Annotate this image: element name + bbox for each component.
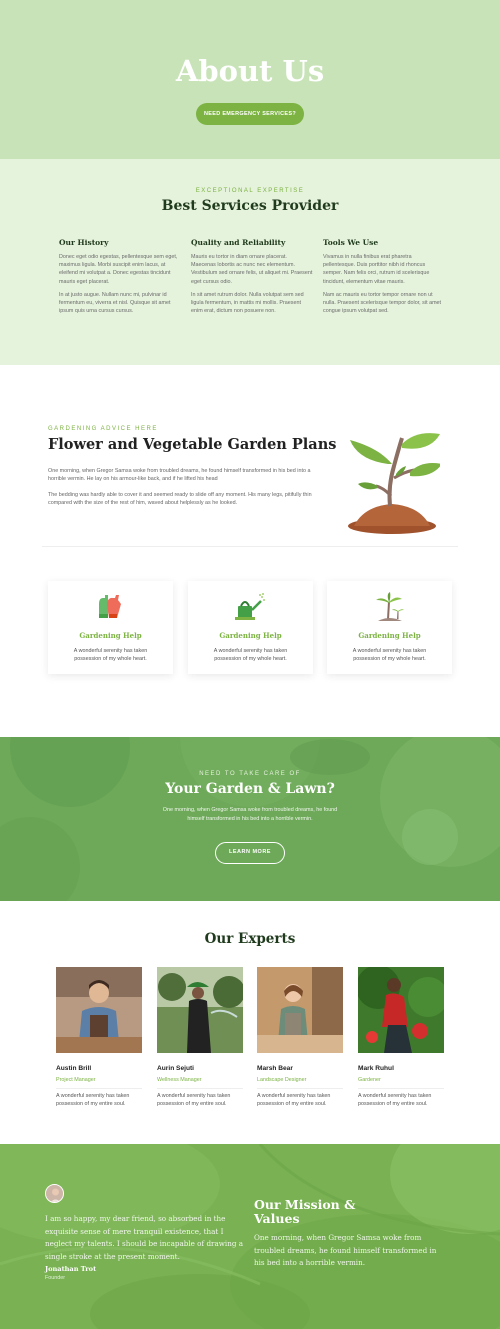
testimonial-quote: I am so happy, my dear friend, so absorb… xyxy=(45,1214,244,1261)
expert-photo xyxy=(356,965,448,1053)
service-card-palm[interactable]: Gardening Help A wonderful serenity has … xyxy=(327,581,452,674)
services-title: Best Services Provider xyxy=(161,198,339,214)
service-column-text: Nam ac mauris eu tortor tempor ornare no… xyxy=(323,291,442,315)
sprout-illustration-icon xyxy=(348,433,440,534)
testimonial-author: Jonathan Trot xyxy=(45,1265,97,1273)
service-column-history: Our History Donec eget odio egestas, pel… xyxy=(59,238,181,320)
testimonial-role: Founder xyxy=(45,1275,66,1281)
expert-role: Gardener xyxy=(358,1077,381,1083)
expert-card[interactable]: Marsh Bear Landscape Designer A wonderfu… xyxy=(257,967,343,1108)
palm-tree-icon xyxy=(376,592,404,621)
service-column-text: Donec eget odio egestas, pellentesque se… xyxy=(59,254,178,285)
expert-card[interactable]: Mark Ruhul Gardener A wonderful serenity… xyxy=(356,965,448,1108)
service-column-title: Our History xyxy=(59,238,109,247)
expert-divider xyxy=(56,1088,142,1089)
expert-role: Project Manager xyxy=(56,1077,96,1083)
service-column-text: Mauris eu tortor in diam ornare placerat… xyxy=(191,254,313,285)
expert-name: Marsh Bear xyxy=(257,1065,293,1072)
expert-card[interactable]: Austin Brill Project Manager A wonderful… xyxy=(56,967,142,1108)
expert-divider xyxy=(157,1088,243,1089)
expert-photo xyxy=(56,967,142,1053)
expert-card[interactable]: Aurin Sejuti Wellness Manager A wonderfu… xyxy=(157,967,245,1108)
page-title: About Us xyxy=(175,54,325,88)
card-description: A wonderful serenity has taken possessio… xyxy=(73,648,148,662)
watering-can-icon xyxy=(235,593,265,620)
mission-title: Our Mission & Values xyxy=(254,1197,356,1226)
card-description: A wonderful serenity has taken possessio… xyxy=(213,648,288,662)
mission-section: I am so happy, my dear friend, so absorb… xyxy=(0,1144,500,1329)
service-column-text: In at justo augue. Nullam nunc mi, pulvi… xyxy=(59,291,171,315)
emergency-services-button[interactable]: NEED EMERGENCY SERVICES? xyxy=(196,103,304,125)
service-column-text: In sit amet rutrum dolor. Nulla volutpat… xyxy=(191,291,304,315)
service-column-quality: Quality and Reliability Mauris eu tortor… xyxy=(191,238,313,320)
services-eyebrow: EXCEPTIONAL EXPERTISE xyxy=(195,188,305,194)
service-column-title: Tools We Use xyxy=(323,238,379,247)
expert-description: A wonderful serenity has taken possessio… xyxy=(257,1093,331,1107)
card-title: Gardening Help xyxy=(79,631,142,640)
service-column-tools: Tools We Use Vivamus in nulla finibus er… xyxy=(323,238,445,320)
expert-description: A wonderful serenity has taken possessio… xyxy=(157,1093,231,1107)
expert-name: Austin Brill xyxy=(56,1065,92,1072)
card-title: Gardening Help xyxy=(358,631,421,640)
expert-name: Aurin Sejuti xyxy=(157,1065,194,1072)
expert-photo xyxy=(257,967,343,1053)
hero-section: About Us NEED EMERGENCY SERVICES? xyxy=(0,0,500,159)
experts-title: Our Experts xyxy=(204,931,296,947)
services-section: EXCEPTIONAL EXPERTISE Best Services Prov… xyxy=(0,159,500,365)
garden-lawn-banner: NEED TO TAKE CARE OF Your Garden & Lawn?… xyxy=(0,737,500,901)
card-description: A wonderful serenity has taken possessio… xyxy=(352,648,427,662)
expert-divider xyxy=(257,1088,343,1089)
plans-eyebrow: GARDENING ADVICE HERE xyxy=(48,426,158,432)
expert-role: Wellness Manager xyxy=(157,1077,202,1083)
service-card-gloves[interactable]: Gardening Help A wonderful serenity has … xyxy=(48,581,173,674)
banner-title: Your Garden & Lawn? xyxy=(165,781,335,797)
gloves-icon xyxy=(99,595,121,618)
expert-description: A wonderful serenity has taken possessio… xyxy=(56,1093,130,1107)
plans-paragraph: The bedding was hardly able to cover it … xyxy=(48,492,312,507)
plans-title: Flower and Vegetable Garden Plans xyxy=(48,436,337,453)
card-title: Gardening Help xyxy=(219,631,282,640)
expert-description: A wonderful serenity has taken possessio… xyxy=(358,1093,432,1107)
banner-eyebrow: NEED TO TAKE CARE OF xyxy=(199,771,301,777)
expert-photo xyxy=(157,967,245,1053)
banner-description: One morning, when Gregor Samsa woke from… xyxy=(162,807,338,822)
section-divider xyxy=(42,546,458,547)
learn-more-button[interactable]: LEARN MORE xyxy=(215,842,285,864)
expert-divider xyxy=(358,1088,444,1089)
avatar xyxy=(45,1184,64,1203)
plans-paragraph: One morning, when Gregor Samsa woke from… xyxy=(48,468,311,483)
expert-role: Landscape Designer xyxy=(257,1077,307,1083)
service-column-text: Vivamus in nulla finibus erat pharetra p… xyxy=(323,254,430,285)
service-card-watering[interactable]: Gardening Help A wonderful serenity has … xyxy=(188,581,313,674)
service-column-title: Quality and Reliability xyxy=(191,238,286,247)
mission-description: One morning, when Gregor Samsa woke from… xyxy=(254,1233,437,1268)
expert-name: Mark Ruhul xyxy=(358,1065,394,1072)
